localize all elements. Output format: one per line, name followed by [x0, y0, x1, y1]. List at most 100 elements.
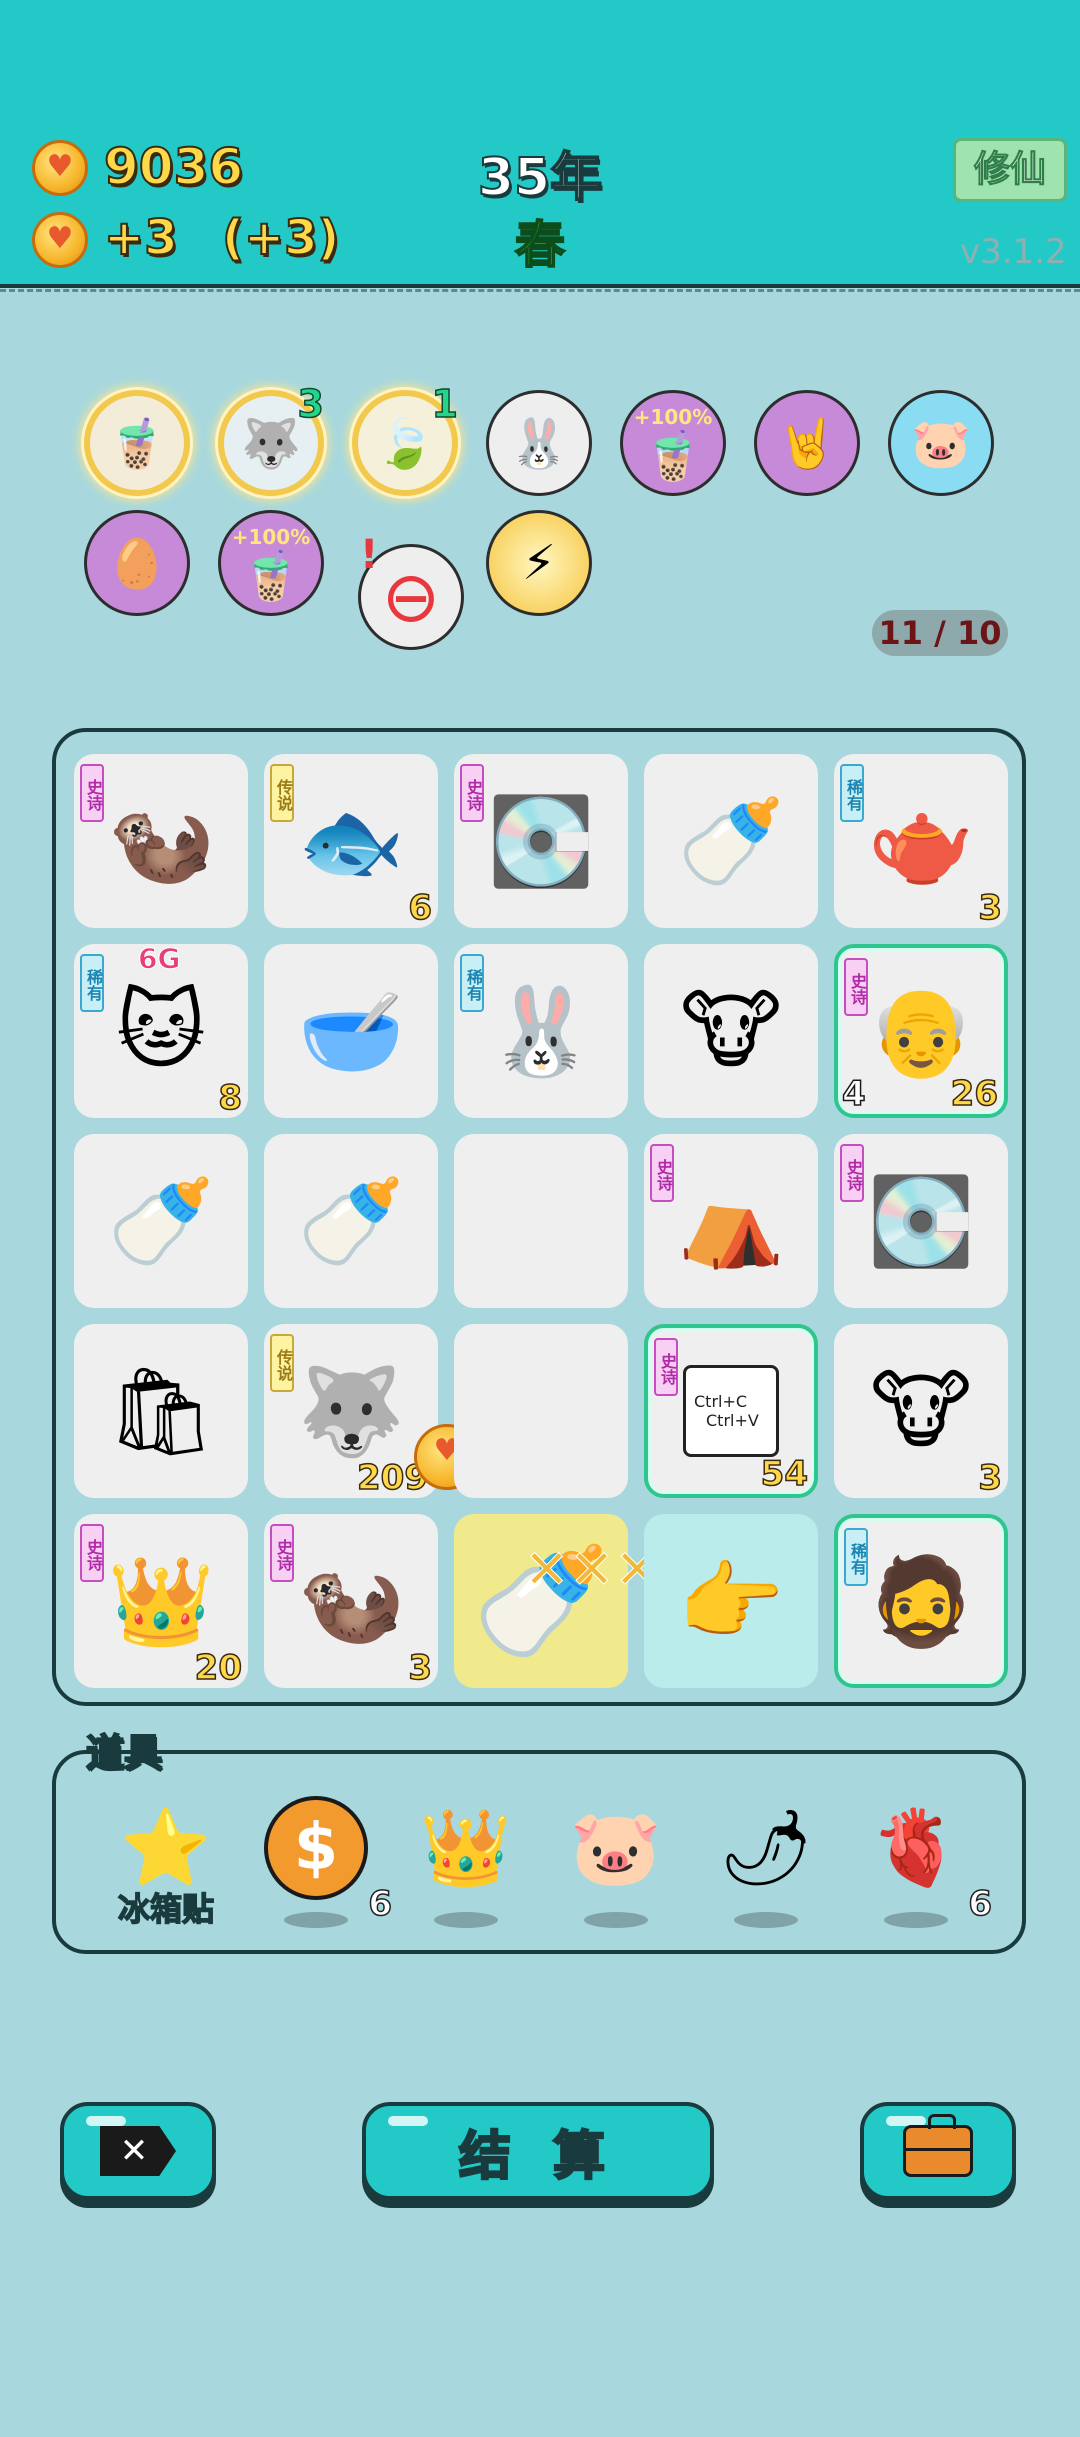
board-cell-cat[interactable]: 稀有 6G 🐱 8: [74, 942, 248, 1119]
rabbit-icon: 🐰: [487, 981, 595, 1082]
leaf-icon: 🍃: [375, 415, 435, 472]
buff-leaf[interactable]: 🍃 1: [352, 381, 459, 496]
rarity-tag: 史诗: [460, 764, 484, 822]
board-cell-man-with-hat[interactable]: 稀有 🧔: [834, 1514, 1008, 1688]
top-status-bar: 9036 +3 (+3) 35年 春 修仙 v3.1.2: [0, 0, 1080, 292]
cultivation-button[interactable]: 修仙: [953, 138, 1067, 202]
item-count: 20: [194, 1647, 243, 1689]
rarity-tag: 稀有: [844, 1528, 868, 1586]
item-board: 史诗 🦦 传说 🐟 6 史诗 💽 🍼 稀有 🫖 3 稀有 6G 🐱 8 🥣 稀有…: [52, 728, 1026, 1706]
pointing-hand-icon: 👉: [677, 1551, 785, 1652]
exit-button[interactable]: ✕: [60, 2102, 216, 2200]
board-cell-koi-fish[interactable]: 传说 🐟 6: [264, 754, 438, 929]
board-cell-pointing-hand[interactable]: 👉: [644, 1514, 818, 1688]
cow-icon: 🐮: [870, 1361, 972, 1461]
buff-rock-hand[interactable]: 🤘: [754, 390, 860, 496]
cow-icon: 🐮: [680, 981, 782, 1081]
graphics-card-icon: 💽: [867, 1171, 975, 1272]
prop-piggy-bank[interactable]: 🐷: [556, 1788, 676, 1928]
buff-count: 1: [431, 381, 459, 427]
board-cell-king-face[interactable]: 史诗 👑 20: [74, 1514, 248, 1689]
old-man-icon: 👴: [867, 981, 975, 1082]
board-cell-milk-bottle[interactable]: 🍼: [644, 754, 818, 928]
rarity-tag: 传说: [270, 764, 294, 822]
item-count: 3: [408, 1647, 433, 1689]
board-cell-milk-bottle[interactable]: 🍼: [74, 1134, 248, 1308]
item-count: 3: [978, 887, 1003, 929]
bowl-icon: 🥣: [297, 981, 405, 1082]
board-cell-rabbit[interactable]: 稀有 🐰: [454, 944, 628, 1118]
board-cell-graphics-card[interactable]: 史诗 💽: [834, 1134, 1008, 1308]
season-label: 春: [514, 215, 566, 275]
prop-chili-pepper[interactable]: 🌶: [706, 1788, 826, 1928]
otter-icon: 🦦: [297, 1551, 405, 1652]
board-cell-graphics-card[interactable]: 史诗 💽: [454, 754, 628, 928]
board-cell-old-man[interactable]: 史诗 👴 4 26: [834, 944, 1008, 1118]
milk-bottle-icon: 🍼: [297, 1171, 405, 1272]
prop-shadow: [584, 1912, 648, 1928]
rarity-tag: 史诗: [844, 958, 868, 1016]
teapot-icon: 🫖: [867, 791, 975, 892]
settle-button[interactable]: 结 算: [362, 2102, 714, 2200]
rarity-tag: 史诗: [650, 1144, 674, 1202]
buff-milk-tea-bonus-2[interactable]: +100% 🧋: [218, 510, 324, 616]
rabbit-icon: 🐰: [509, 415, 569, 472]
prop-dollar-coin[interactable]: $ 6: [256, 1788, 393, 1928]
husky-dog-icon: 🐺: [241, 415, 301, 472]
board-cell-milk-bottle[interactable]: 🍼: [264, 1134, 438, 1308]
cat-icon: 🐱: [116, 981, 206, 1081]
item-count: 54: [760, 1453, 809, 1495]
inventory-button[interactable]: [860, 2102, 1016, 2200]
bonus-percent: +100%: [633, 405, 713, 429]
prop-shadow: [884, 1912, 948, 1928]
buff-piggy-bank[interactable]: 🐷: [888, 390, 994, 496]
rarity-tag: 稀有: [840, 764, 864, 822]
buff-rabbit[interactable]: 🐰: [486, 390, 592, 496]
buff-egg-bag[interactable]: 🥚: [84, 510, 190, 616]
graphics-card-icon: 💽: [487, 791, 595, 892]
board-cell-otter[interactable]: 史诗 🦦 3: [264, 1514, 438, 1689]
rarity-tag: 史诗: [654, 1338, 678, 1396]
version-label: v3.1.2: [960, 232, 1067, 272]
bonus-percent: +100%: [231, 525, 311, 549]
prop-crown[interactable]: 👑: [406, 1788, 526, 1928]
item-count: 6: [408, 887, 433, 929]
milk-bottle-icon: 🍼: [677, 791, 785, 892]
piggy-bank-icon: 🐷: [911, 415, 971, 472]
board-cell-milk-bottle-selected[interactable]: 🍼 ✕✕✕: [454, 1514, 660, 1688]
board-cell-bowl[interactable]: 🥣: [264, 944, 438, 1118]
milk-tea-bonus-icon: 🧋: [241, 547, 301, 604]
rock-hand-icon: 🤘: [777, 415, 837, 472]
king-face-icon: 👑: [107, 1551, 215, 1652]
buff-bubble-tea[interactable]: 🧋: [84, 390, 190, 496]
buff-count: 3: [297, 381, 325, 427]
crown-icon: 👑: [419, 1804, 513, 1891]
prop-shadow: [734, 1912, 798, 1928]
lightning-icon: ⚡: [522, 535, 556, 591]
board-cell-husky[interactable]: 传说 🐺 209: [264, 1324, 480, 1499]
income-extra: (+3): [221, 209, 340, 267]
minus-icon: ⊖: [381, 556, 441, 638]
buff-milk-tea-bonus[interactable]: +100% 🧋: [620, 390, 726, 496]
prop-liver[interactable]: 🫀 6: [856, 1788, 993, 1928]
rarity-tag: 传说: [270, 1334, 294, 1392]
settle-label: 结 算: [458, 2125, 618, 2188]
board-cell-ctrl-c-ctrl-v[interactable]: 史诗 Ctrl+C Ctrl+V 54: [644, 1324, 818, 1498]
board-cell-teapot[interactable]: 稀有 🫖 3: [834, 754, 1008, 929]
otter-icon: 🦦: [107, 791, 215, 892]
board-cell-cow[interactable]: 🐮 3: [834, 1324, 1008, 1499]
rarity-tag: 史诗: [80, 764, 104, 822]
prop-count: 6: [368, 1883, 393, 1925]
buff-husky[interactable]: 🐺 3: [218, 381, 325, 496]
item-count: 8: [218, 1077, 243, 1119]
buff-lightning[interactable]: ⚡: [486, 510, 592, 616]
board-cell-empty[interactable]: [454, 1134, 628, 1308]
board-cell-garbage-bag[interactable]: 🛍: [74, 1324, 248, 1498]
board-cell-empty[interactable]: [454, 1324, 628, 1498]
rarity-tag: 史诗: [270, 1524, 294, 1582]
board-cell-cow[interactable]: 🐮: [644, 944, 818, 1118]
item-level: 4: [841, 1073, 866, 1115]
bubble-tea-icon: 🧋: [107, 415, 167, 472]
board-cell-rabbit-tent[interactable]: 史诗 ⛺: [644, 1134, 818, 1308]
board-cell-otter[interactable]: 史诗 🦦: [74, 754, 248, 928]
